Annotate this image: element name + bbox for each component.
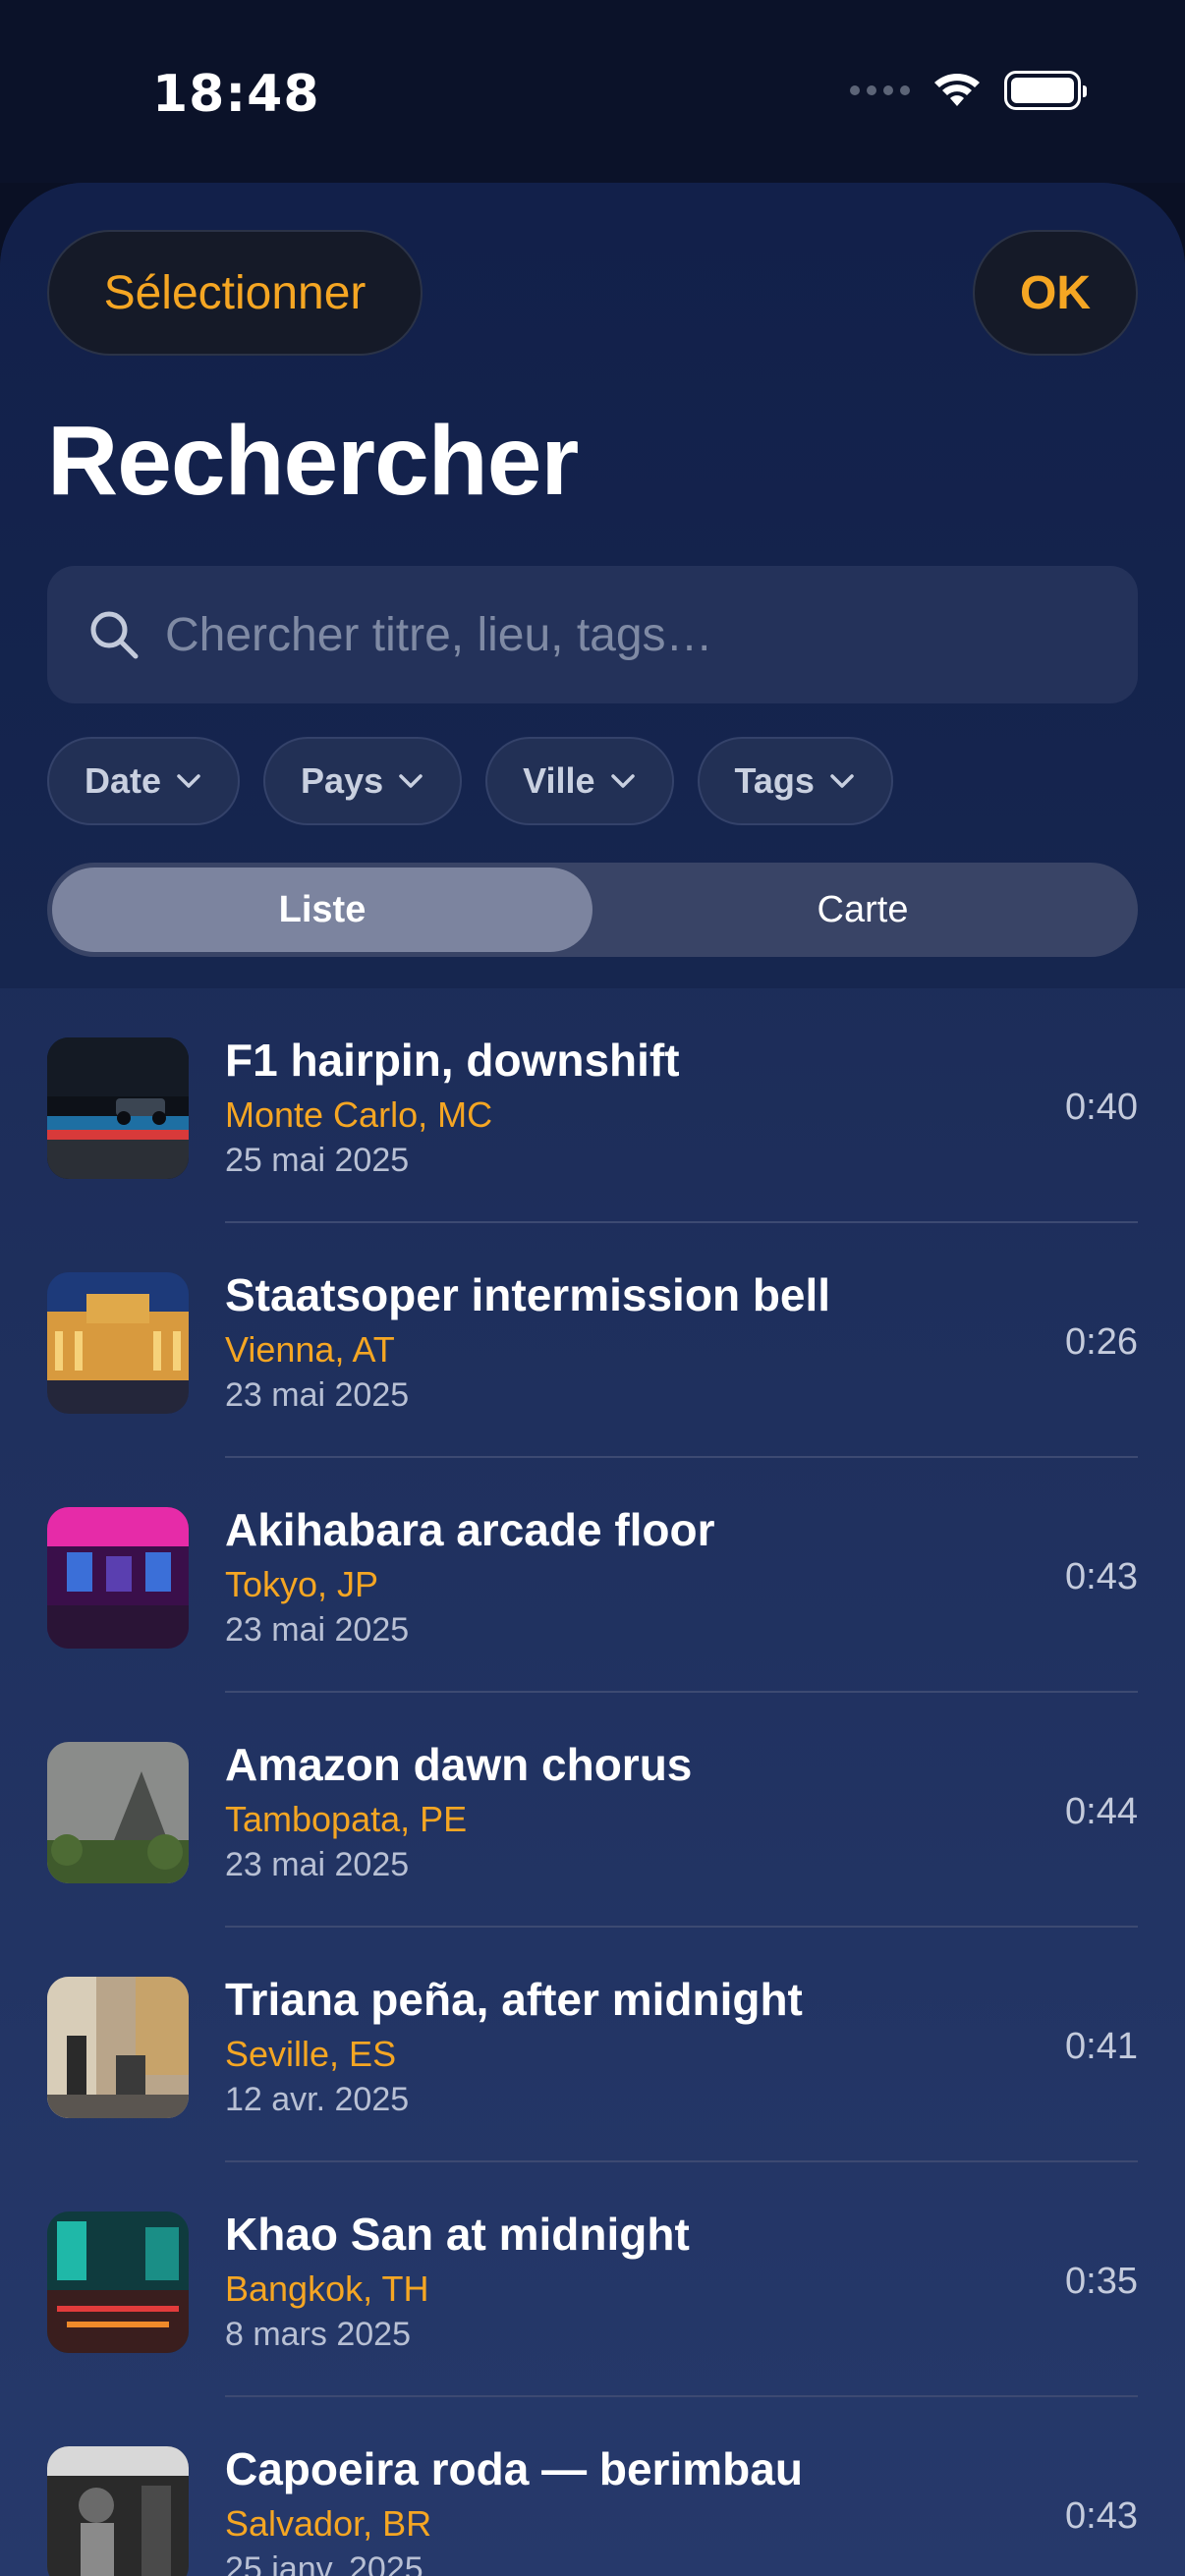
item-date: 8 mars 2025 [225,2316,411,2353]
status-icons [850,71,1087,110]
item-date: 23 mai 2025 [225,1611,410,1649]
filter-tags-label: Tags [734,760,815,801]
filter-city[interactable]: Ville [485,737,674,825]
item-location: Salvador, BR [225,2503,432,2544]
search-sheet: Sélectionner OK Rechercher Date Pays Vil… [0,183,1185,2576]
search-input[interactable] [165,566,1108,703]
search-icon [90,611,139,659]
list-item[interactable]: Staatsoper intermission bell Vienna, AT … [0,1223,1185,1458]
sheet-header: Sélectionner OK Rechercher Date Pays Vil… [0,183,1185,988]
item-location: Monte Carlo, MC [225,1094,493,1135]
item-date: 23 mai 2025 [225,1376,410,1414]
item-duration: 0:40 [1065,1087,1138,1128]
battery-icon [1004,71,1087,110]
item-duration: 0:26 [1065,1321,1138,1363]
item-title: F1 hairpin, downshift [225,1035,680,1086]
filter-tags[interactable]: Tags [697,737,893,825]
list-item[interactable]: Amazon dawn chorus Tambopata, PE 23 mai … [0,1693,1185,1928]
view-toggle: Liste Carte [47,863,1138,957]
thumbnail-street-musicians [47,1977,189,2118]
item-title: Akihabara arcade floor [225,1504,715,1555]
item-duration: 0:43 [1065,1556,1138,1597]
list-item[interactable]: F1 hairpin, downshift Monte Carlo, MC 25… [0,988,1185,1223]
results-list: F1 hairpin, downshift Monte Carlo, MC 25… [0,988,1185,2576]
item-duration: 0:43 [1065,2495,1138,2537]
page-title: Rechercher [47,406,579,516]
select-button[interactable]: Sélectionner [47,230,423,356]
chevron-down-icon [610,774,635,788]
filter-date-label: Date [85,760,162,801]
list-item[interactable]: Capoeira roda — berimbau Salvador, BR 25… [0,2397,1185,2576]
chevron-down-icon [830,774,854,788]
thumbnail-opera-house [47,1272,189,1414]
filter-bar: Date Pays Ville Tags [47,737,893,825]
search-box[interactable] [47,566,1138,703]
item-duration: 0:41 [1065,2026,1138,2067]
item-date: 25 mai 2025 [225,1142,410,1179]
filter-date[interactable]: Date [47,737,241,825]
item-title: Khao San at midnight [225,2209,690,2260]
item-duration: 0:44 [1065,1791,1138,1832]
status-time: 18:48 [152,65,320,124]
item-title: Staatsoper intermission bell [225,1269,831,1320]
chevron-down-icon [177,774,200,788]
filter-city-label: Ville [523,760,595,801]
filter-country[interactable]: Pays [263,737,463,825]
item-location: Bangkok, TH [225,2268,429,2309]
thumbnail-race-track [47,1037,189,1179]
item-duration: 0:35 [1065,2261,1138,2302]
thumbnail-arcade [47,1507,189,1649]
item-title: Capoeira roda — berimbau [225,2443,803,2494]
segment-map[interactable]: Carte [592,868,1133,952]
ok-button[interactable]: OK [973,230,1138,356]
thumbnail-bw-musician [47,2446,189,2576]
item-date: 12 avr. 2025 [225,2081,410,2118]
thumbnail-misty-mountain [47,1742,189,1883]
item-title: Triana peña, after midnight [225,1974,803,2025]
item-location: Seville, ES [225,2034,397,2074]
item-location: Tokyo, JP [225,1564,379,1604]
status-bar: 18:48 [0,0,1185,183]
item-location: Vienna, AT [225,1329,395,1370]
segment-list[interactable]: Liste [52,868,592,952]
chevron-down-icon [399,774,423,788]
cellular-signal-icon [850,85,910,95]
item-location: Tambopata, PE [225,1799,468,1839]
list-item[interactable]: Khao San at midnight Bangkok, TH 8 mars … [0,2162,1185,2397]
wifi-icon [934,74,980,106]
thumbnail-city-night [47,2212,189,2353]
item-title: Amazon dawn chorus [225,1739,693,1790]
item-date: 23 mai 2025 [225,1846,410,1883]
filter-country-label: Pays [301,760,384,801]
item-date: 25 janv. 2025 [225,2550,423,2576]
list-item[interactable]: Akihabara arcade floor Tokyo, JP 23 mai … [0,1458,1185,1693]
list-item[interactable]: Triana peña, after midnight Seville, ES … [0,1928,1185,2162]
